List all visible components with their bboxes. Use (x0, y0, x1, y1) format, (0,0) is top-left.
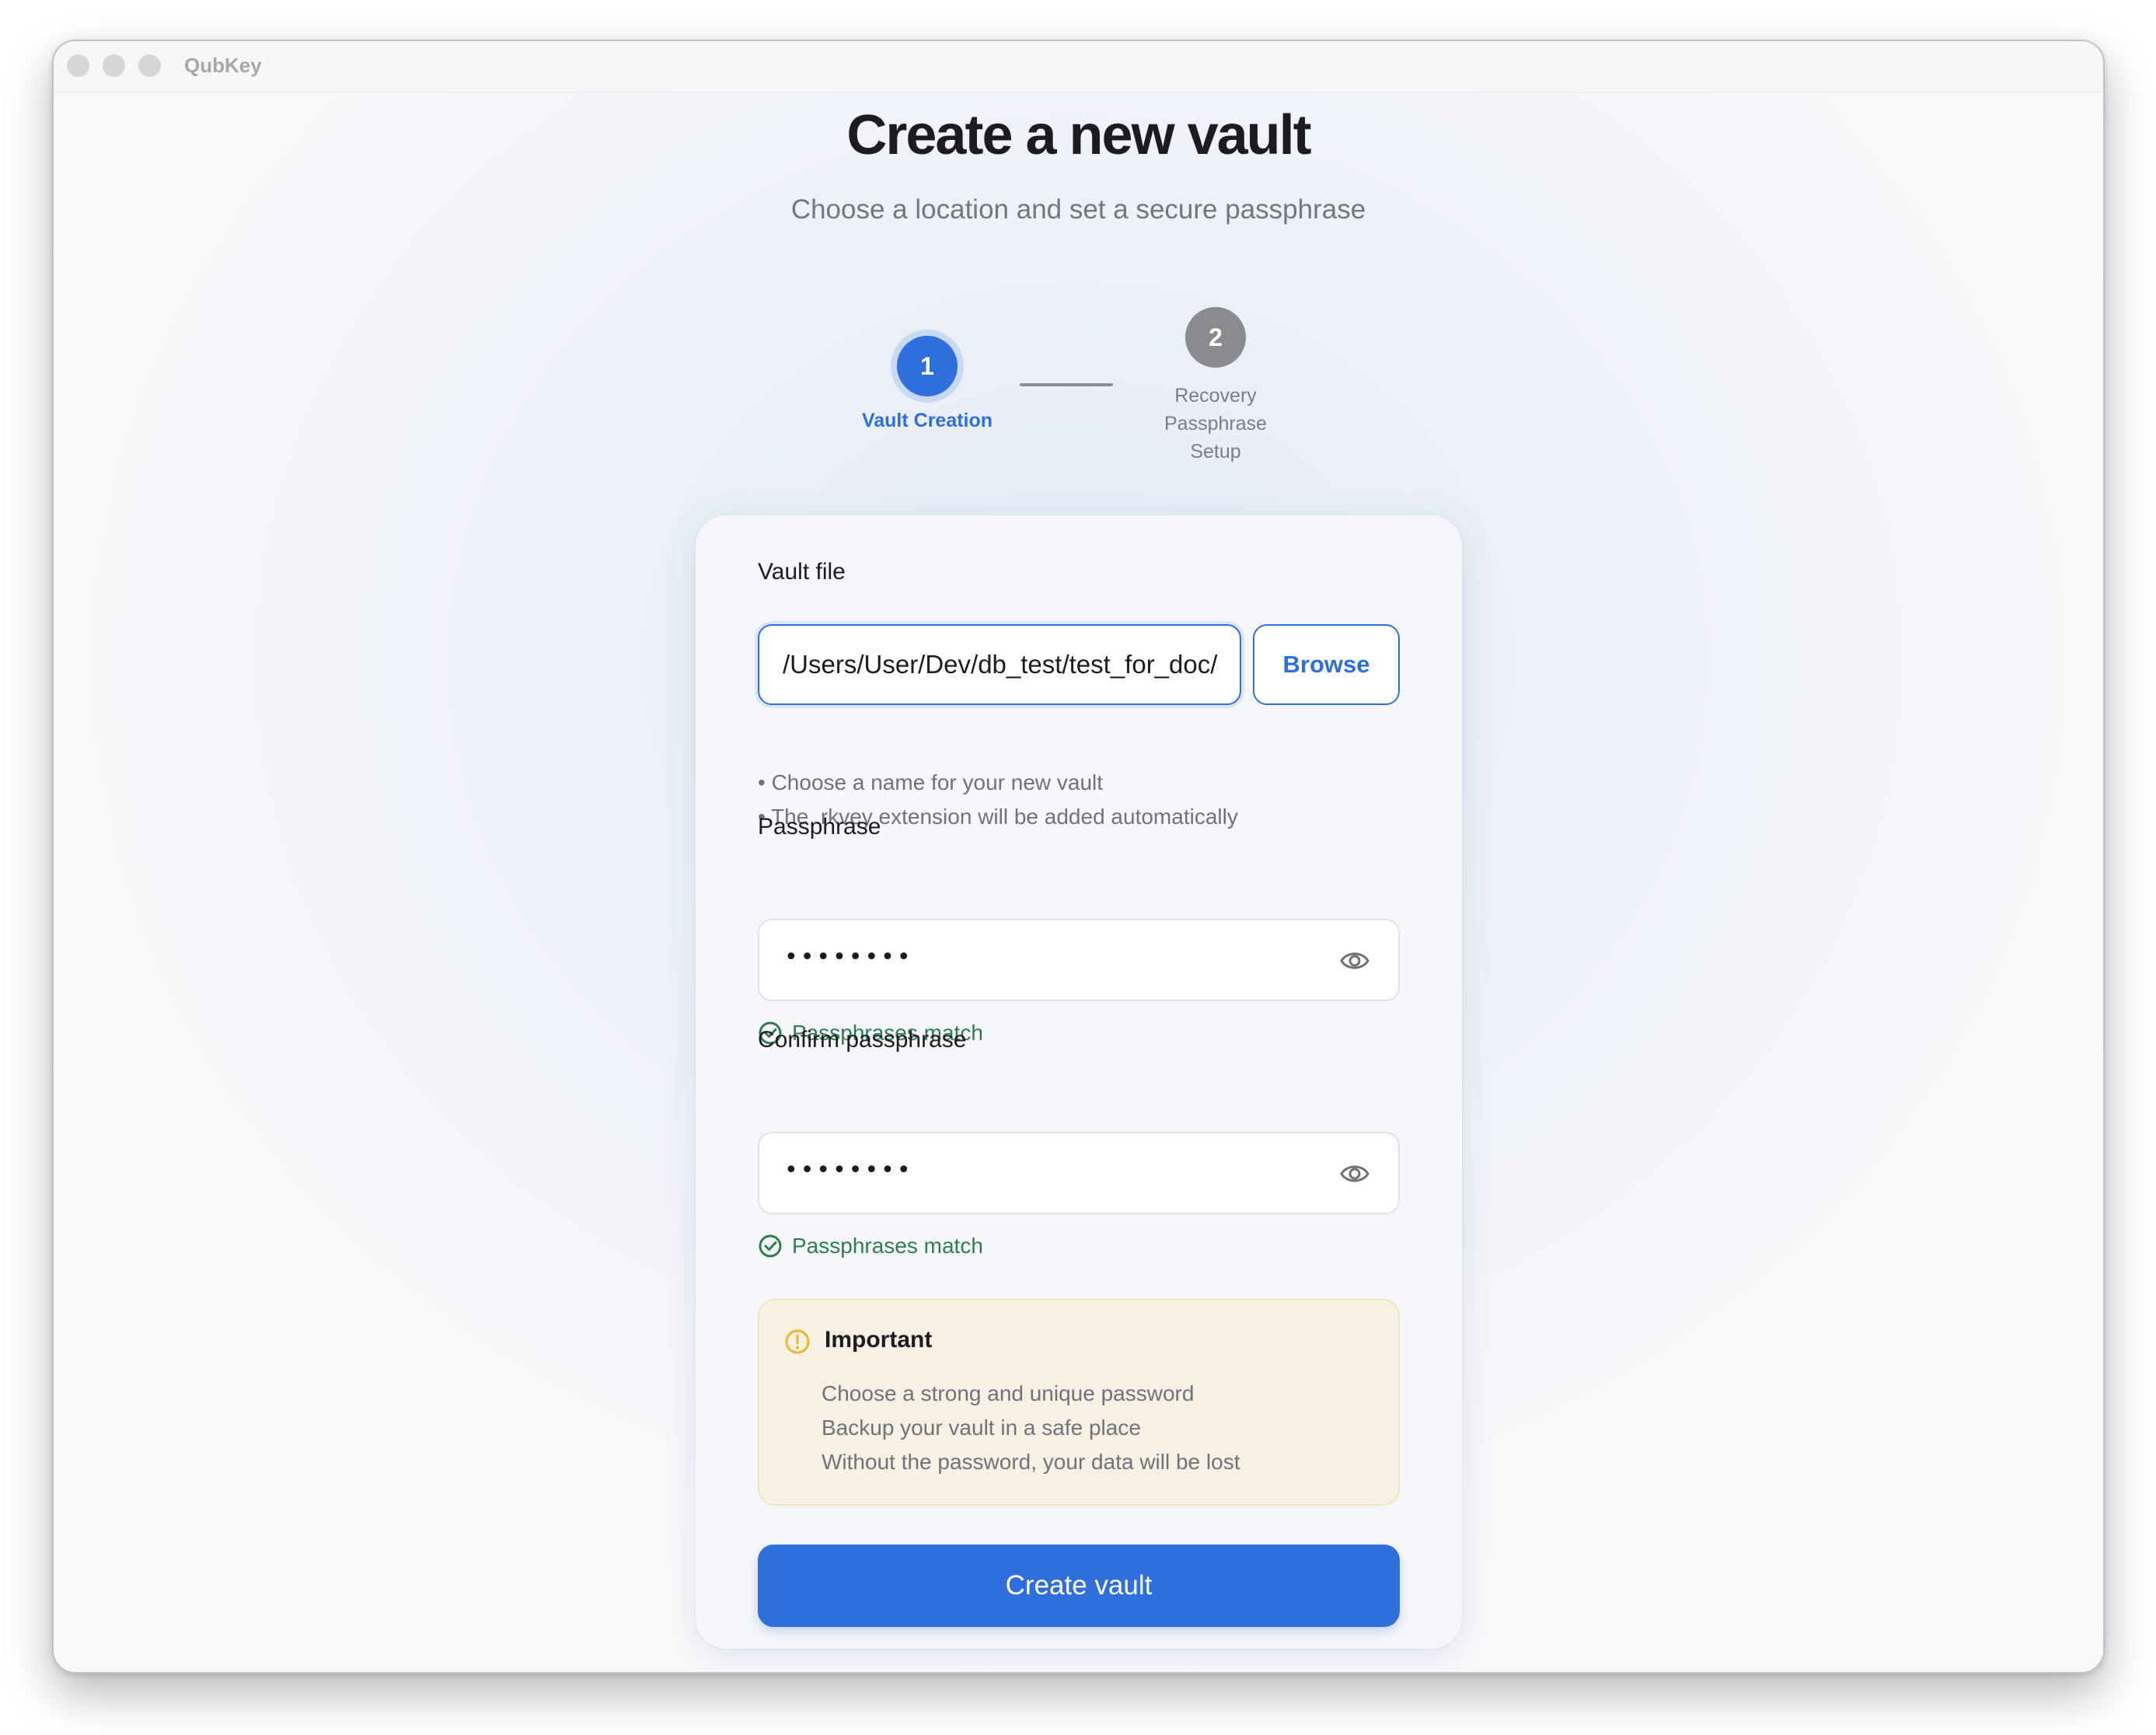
vault-hint-name: • Choose a name for your new vault (758, 770, 1104, 794)
page-subtitle: Choose a location and set a secure passp… (790, 194, 1366, 225)
vault-path-input[interactable]: /Users/User/Dev/db_test/test_for_doc/ (758, 624, 1241, 705)
vault-file-label: Vault file (758, 559, 846, 585)
eye-icon[interactable] (1339, 947, 1370, 975)
step-2-label-line: Recovery (1174, 385, 1257, 407)
important-line: Choose a strong and unique password (822, 1381, 1195, 1405)
create-vault-button[interactable]: Create vault (758, 1545, 1400, 1627)
close-window-button[interactable] (67, 54, 89, 77)
important-line: Without the password, your data will be … (822, 1450, 1240, 1474)
page-title: Create a new vault (846, 104, 1311, 166)
passphrase-input[interactable]: •••••••• (758, 919, 1400, 1001)
step-2-label-line: Setup (1190, 441, 1241, 463)
step-2-label-line: Passphrase (1163, 413, 1268, 435)
browse-button[interactable]: Browse (1253, 624, 1400, 705)
stepper-connector (1020, 383, 1113, 386)
passphrase-label: Passphrase (758, 814, 881, 840)
title-bar: QubKey (54, 41, 2103, 93)
step-2-indicator: 2 (1185, 307, 1246, 368)
warning-icon (785, 1329, 810, 1354)
check-circle-icon (759, 1234, 782, 1258)
step-1-indicator: 1 (897, 336, 958, 396)
confirm-passphrase-match-text: Passphrases match (792, 1234, 983, 1258)
eye-icon[interactable] (1339, 1160, 1370, 1188)
vault-form-card: Vault file /Users/User/Dev/db_test/test_… (696, 515, 1462, 1649)
step-2-label: Recovery Passphrase Setup (1138, 382, 1293, 466)
step-1-label: Vault Creation (861, 410, 993, 431)
window-title: QubKey (184, 54, 262, 77)
confirm-passphrase-masked-value: •••••••• (784, 1157, 913, 1184)
confirm-passphrase-match-status: Passphrases match (758, 1234, 983, 1258)
confirm-passphrase-label: Confirm passphrase (758, 1027, 967, 1053)
app-window: QubKey Create a new vault Choose a locat… (52, 40, 2105, 1674)
important-line: Backup your vault in a safe place (822, 1416, 1141, 1440)
important-notice: Important Choose a strong and unique pas… (758, 1299, 1400, 1506)
zoom-window-button[interactable] (138, 54, 161, 77)
minimize-window-button[interactable] (103, 54, 125, 77)
passphrase-masked-value: •••••••• (784, 944, 913, 971)
important-title: Important (825, 1327, 933, 1353)
confirm-passphrase-input[interactable]: •••••••• (758, 1132, 1400, 1214)
